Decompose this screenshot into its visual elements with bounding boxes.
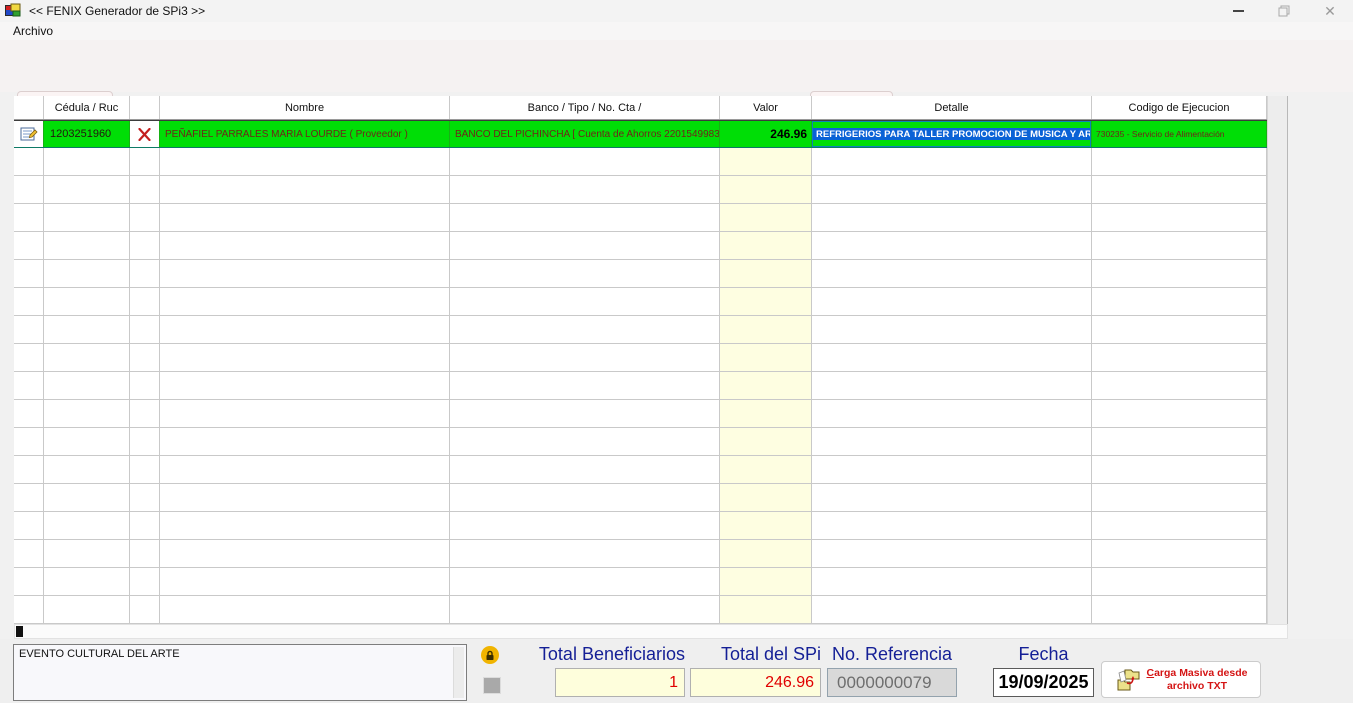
- empty-grid-row[interactable]: [14, 316, 1267, 344]
- header-valor: Valor: [720, 96, 812, 119]
- cell-cedula[interactable]: 1203251960: [44, 121, 130, 147]
- header-detalle: Detalle: [812, 96, 1092, 119]
- empty-grid-row[interactable]: [14, 260, 1267, 288]
- minimize-icon: [1232, 10, 1244, 12]
- close-icon: ✕: [1324, 3, 1336, 19]
- descripcion-textarea[interactable]: EVENTO CULTURAL DEL ARTE: [13, 644, 467, 701]
- header-banco: Banco / Tipo / No. Cta /: [450, 96, 720, 119]
- app-icon: [5, 3, 21, 17]
- footer-panel: EVENTO CULTURAL DEL ARTE Total Beneficia…: [0, 639, 1353, 703]
- window-title: << FENIX Generador de SPi3 >>: [29, 4, 206, 18]
- minimize-button[interactable]: [1215, 0, 1261, 22]
- delete-x-icon: [138, 127, 151, 141]
- title-bar: << FENIX Generador de SPi3 >> ✕: [0, 0, 1353, 22]
- empty-grid-row[interactable]: [14, 428, 1267, 456]
- empty-grid-row[interactable]: [14, 288, 1267, 316]
- empty-grid-row[interactable]: [14, 596, 1267, 624]
- lock-icon: [481, 646, 499, 664]
- descripcion-scrollbar[interactable]: [453, 647, 464, 698]
- total-beneficiarios-label: Total Beneficiarios: [538, 644, 685, 664]
- cell-detalle[interactable]: REFRIGERIOS PARA TALLER PROMOCION DE MUS…: [812, 121, 1092, 147]
- toolbar: Agregar Pagos Salir: [0, 40, 1353, 128]
- edit-row-button[interactable]: [14, 121, 44, 147]
- restore-icon: [1278, 5, 1290, 17]
- empty-grid-row[interactable]: [14, 372, 1267, 400]
- header-codigo: Codigo de Ejecucion: [1092, 96, 1267, 119]
- empty-grid-row[interactable]: [14, 512, 1267, 540]
- delete-row-button[interactable]: [130, 121, 160, 147]
- total-spi-label: Total del SPi: [720, 644, 821, 664]
- empty-grid-row[interactable]: [14, 484, 1267, 512]
- menu-archivo[interactable]: Archivo: [9, 23, 57, 39]
- cell-valor[interactable]: 246.96: [720, 121, 812, 147]
- header-cedula: Cédula / Ruc: [44, 96, 130, 119]
- locked-toggle-button[interactable]: [483, 677, 501, 694]
- scrollbar-thumb[interactable]: [16, 626, 23, 637]
- total-beneficiarios-field: 1: [555, 668, 685, 697]
- grid-body: Cédula / Ruc Nombre Banco / Tipo / No. C…: [14, 96, 1267, 624]
- restore-button[interactable]: [1261, 0, 1307, 22]
- cell-codigo[interactable]: 730235 - Servicio de Alimentación: [1092, 121, 1267, 147]
- grid-header-row: Cédula / Ruc Nombre Banco / Tipo / No. C…: [14, 96, 1267, 120]
- empty-grid-row[interactable]: [14, 148, 1267, 176]
- close-button[interactable]: ✕: [1307, 0, 1353, 22]
- fecha-label: Fecha: [1018, 644, 1069, 664]
- empty-grid-row[interactable]: [14, 344, 1267, 372]
- cell-nombre[interactable]: PEÑAFIEL PARRALES MARIA LOURDE ( Proveed…: [160, 121, 450, 147]
- empty-grid-row[interactable]: [14, 540, 1267, 568]
- empty-grid-row[interactable]: [14, 176, 1267, 204]
- referencia-label: No. Referencia: [831, 644, 953, 664]
- cell-banco[interactable]: BANCO DEL PICHINCHA [ Cuenta de Ahorros …: [450, 121, 720, 147]
- carga-masiva-label: Carga Masiva desde archivo TXT: [1146, 667, 1248, 692]
- empty-grid-row[interactable]: [14, 400, 1267, 428]
- payment-row[interactable]: 1203251960 PEÑAFIEL PARRALES MARIA LOURD…: [14, 120, 1267, 148]
- edit-icon: [20, 127, 38, 141]
- grid-vertical-scrollbar[interactable]: [1267, 96, 1287, 624]
- empty-grid-row[interactable]: [14, 232, 1267, 260]
- empty-grid-row[interactable]: [14, 204, 1267, 232]
- referencia-field: 0000000079: [827, 668, 957, 697]
- fecha-field[interactable]: 19/09/2025: [993, 668, 1094, 697]
- empty-grid-row[interactable]: [14, 568, 1267, 596]
- payments-grid: Cédula / Ruc Nombre Banco / Tipo / No. C…: [14, 96, 1288, 624]
- menu-bar: Archivo: [0, 22, 1353, 40]
- descripcion-text: EVENTO CULTURAL DEL ARTE: [19, 648, 180, 660]
- empty-grid-row[interactable]: [14, 456, 1267, 484]
- folder-transfer-icon: [1117, 669, 1139, 690]
- grid-horizontal-scrollbar[interactable]: [14, 624, 1288, 639]
- detalle-selected-text: REFRIGERIOS PARA TALLER PROMOCION DE MUS…: [813, 128, 1090, 140]
- carga-masiva-button[interactable]: Carga Masiva desde archivo TXT: [1101, 661, 1261, 698]
- header-edit-col: [14, 96, 44, 119]
- header-delete-col: [130, 96, 160, 119]
- total-spi-field: 246.96: [690, 668, 821, 697]
- header-nombre: Nombre: [160, 96, 450, 119]
